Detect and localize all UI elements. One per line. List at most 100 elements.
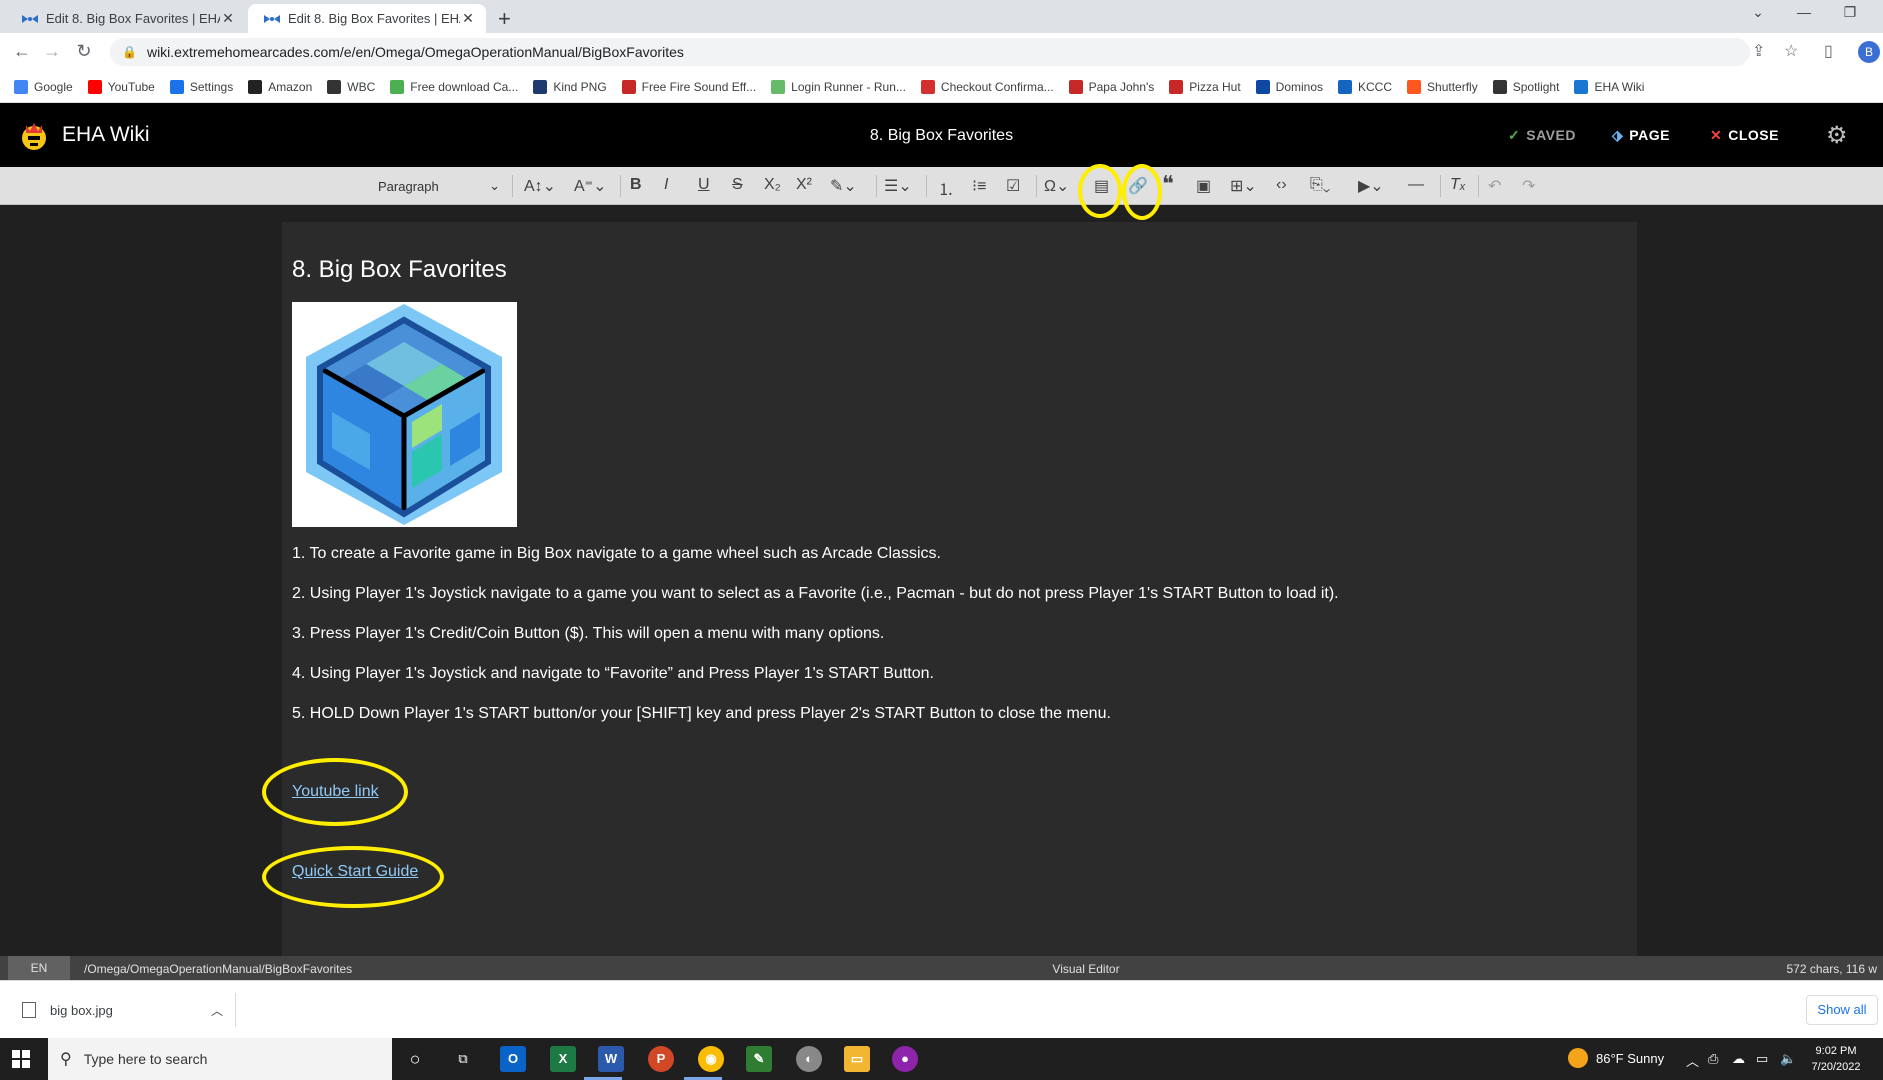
blockquote-icon[interactable]: ❝ <box>1162 171 1174 197</box>
paint-app-icon[interactable]: ◐ <box>796 1046 822 1072</box>
superscript-icon[interactable]: X² <box>796 176 812 194</box>
color-drop-app-icon[interactable]: ● <box>892 1046 918 1072</box>
bookmark-item[interactable]: Papa John's <box>1068 79 1154 94</box>
chrome-icon[interactable]: ◉ <box>698 1046 724 1072</box>
highlight-icon[interactable]: ✎⌄ <box>830 176 857 196</box>
share-icon[interactable]: ⇪ <box>1752 41 1765 61</box>
document-heading[interactable]: 8. Big Box Favorites <box>292 256 507 284</box>
redo-icon[interactable]: ↷ <box>1522 176 1535 196</box>
step-3[interactable]: 3. Press Player 1's Credit/Coin Button (… <box>292 625 1339 665</box>
close-tab-icon[interactable]: ✕ <box>220 10 236 27</box>
bookmark-item[interactable]: Amazon <box>248 79 312 94</box>
bookmark-item[interactable]: Settings <box>169 79 233 94</box>
bookmark-item[interactable]: Free download Ca... <box>390 79 518 94</box>
bold-icon[interactable]: B <box>630 176 642 194</box>
meet-now-icon[interactable]: ⎙ <box>1708 1051 1718 1067</box>
code-icon[interactable]: ‹› <box>1276 176 1287 194</box>
font-family-icon[interactable]: A⁼⌄ <box>574 176 607 196</box>
word-icon[interactable]: W <box>598 1046 624 1072</box>
subscript-icon[interactable]: X₂ <box>764 176 781 194</box>
close-editor-button[interactable]: ✕ CLOSE <box>1710 127 1779 144</box>
bookmark-item[interactable]: WBC <box>327 79 375 94</box>
browser-tab-2-active[interactable]: Edit 8. Big Box Favorites | EHA Wiki ✕ <box>248 4 486 33</box>
media-embed-icon[interactable]: ▶⌄ <box>1358 176 1384 196</box>
italic-icon[interactable]: I <box>664 176 668 194</box>
address-bar[interactable]: 🔒 wiki.extremehomearcades.com/e/en/Omega… <box>110 38 1750 66</box>
heading-format-select[interactable]: Paragraph ⌄ <box>378 175 506 197</box>
page-properties-button[interactable]: ⬗ PAGE <box>1612 127 1670 144</box>
bookmark-item[interactable]: EHA Wiki <box>1574 79 1644 94</box>
align-icon[interactable]: ☰⌄ <box>884 176 912 196</box>
cortana-icon[interactable]: ○ <box>402 1046 428 1072</box>
network-icon[interactable]: ▭ <box>1756 1051 1768 1067</box>
bookmark-favicon-icon <box>771 79 786 94</box>
link-icon[interactable]: 🔗 <box>1128 176 1148 196</box>
show-hidden-icons-chevron-icon[interactable]: ︿ <box>1686 1051 1699 1070</box>
forward-arrow-icon[interactable]: → <box>40 41 64 62</box>
profile-avatar[interactable]: B <box>1858 41 1880 63</box>
onedrive-cloud-icon[interactable]: ☁ <box>1732 1051 1745 1067</box>
editor-document[interactable]: 8. Big Box Favorites 1. To create a Favo… <box>282 222 1637 956</box>
underline-icon[interactable]: U <box>698 176 710 194</box>
minimize-icon[interactable]: — <box>1784 4 1824 20</box>
back-arrow-icon[interactable]: ← <box>10 41 34 62</box>
step-5[interactable]: 5. HOLD Down Player 1's START button/or … <box>292 705 1339 745</box>
chevron-up-icon[interactable]: ︿ <box>211 1002 223 1019</box>
bookmark-item[interactable]: Shutterfly <box>1407 79 1478 94</box>
outlook-icon[interactable]: O <box>500 1046 526 1072</box>
bookmark-item[interactable]: Login Runner - Run... <box>771 79 906 94</box>
file-explorer-icon[interactable]: ▭ <box>844 1046 870 1072</box>
new-tab-button[interactable]: + <box>498 6 511 32</box>
system-clock[interactable]: 9:02 PM 7/20/2022 <box>1806 1043 1866 1075</box>
task-list-icon[interactable]: ☑ <box>1006 176 1020 196</box>
code-block-icon[interactable]: ⎘⌄ <box>1310 176 1330 194</box>
side-panel-icon[interactable]: ▯ <box>1824 41 1833 61</box>
numbered-list-icon[interactable]: ⒈ <box>938 176 954 200</box>
tab-search-icon[interactable]: ⌄ <box>1738 4 1778 21</box>
bookmark-item[interactable]: Spotlight <box>1492 79 1559 94</box>
font-size-icon[interactable]: A↕⌄ <box>524 176 556 196</box>
bookmark-item[interactable]: Free Fire Sound Eff... <box>621 79 756 94</box>
quick-start-guide-link[interactable]: Quick Start Guide <box>292 863 418 881</box>
step-4[interactable]: 4. Using Player 1's Joystick and navigat… <box>292 665 1339 705</box>
bullet-list-icon[interactable]: ⁝≡ <box>972 176 986 196</box>
undo-icon[interactable]: ↶ <box>1488 176 1501 196</box>
sun-weather-icon[interactable] <box>1568 1048 1588 1068</box>
bookmark-item[interactable]: Kind PNG <box>533 79 607 94</box>
clear-formatting-icon[interactable]: Tₓ <box>1450 176 1466 194</box>
weather-text[interactable]: 86°F Sunny <box>1596 1051 1664 1066</box>
windows-start-icon[interactable] <box>12 1050 30 1068</box>
download-item[interactable]: big box.jpg ︿ <box>16 993 236 1027</box>
close-tab-icon[interactable]: ✕ <box>460 10 476 27</box>
photos-app-icon[interactable]: ✎ <box>746 1046 772 1072</box>
horizontal-line-icon[interactable]: — <box>1408 176 1424 194</box>
volume-icon[interactable]: 🔈 <box>1780 1051 1796 1067</box>
restore-icon[interactable]: ❐ <box>1830 4 1870 21</box>
show-all-downloads-button[interactable]: Show all <box>1806 995 1878 1025</box>
step-2[interactable]: 2. Using Player 1's Joystick navigate to… <box>292 585 1339 625</box>
bookmark-item[interactable]: KCCC <box>1338 79 1392 94</box>
bookmark-star-icon[interactable]: ☆ <box>1784 41 1798 61</box>
gear-icon[interactable]: ⚙ <box>1826 121 1848 150</box>
bookmark-item[interactable]: Pizza Hut <box>1169 79 1241 94</box>
table-icon[interactable]: ⊞⌄ <box>1230 176 1257 196</box>
insert-asset-icon[interactable]: ▤ <box>1094 176 1109 196</box>
special-characters-icon[interactable]: Ω⌄ <box>1044 176 1069 196</box>
browser-tab-1[interactable]: Edit 8. Big Box Favorites | EHA Wiki ✕ <box>6 4 246 33</box>
bookmark-item[interactable]: Dominos <box>1255 79 1323 94</box>
taskbar-search-box[interactable]: ⚲ Type here to search <box>48 1038 392 1080</box>
step-1[interactable]: 1. To create a Favorite game in Big Box … <box>292 545 1339 585</box>
image-icon[interactable]: ▣ <box>1196 176 1211 196</box>
editor-toolbar: Paragraph ⌄ A↕⌄ A⁼⌄ B I U S X₂ X² ✎⌄ ☰⌄ … <box>0 167 1883 205</box>
strikethrough-icon[interactable]: S <box>732 176 743 194</box>
reload-icon[interactable]: ↻ <box>72 41 96 62</box>
bookmarks-bar: Google YouTube Settings Amazon WBC Free downl… <box>0 71 1883 103</box>
bookmark-item[interactable]: Checkout Confirma... <box>920 79 1054 94</box>
big-box-cube-image[interactable] <box>292 302 517 527</box>
bookmark-item[interactable]: YouTube <box>87 79 155 94</box>
powerpoint-icon[interactable]: P <box>648 1046 674 1072</box>
task-view-icon[interactable]: ⧉ <box>450 1046 476 1072</box>
excel-icon[interactable]: X <box>550 1046 576 1072</box>
youtube-link[interactable]: Youtube link <box>292 783 379 801</box>
bookmark-item[interactable]: Google <box>14 79 73 94</box>
